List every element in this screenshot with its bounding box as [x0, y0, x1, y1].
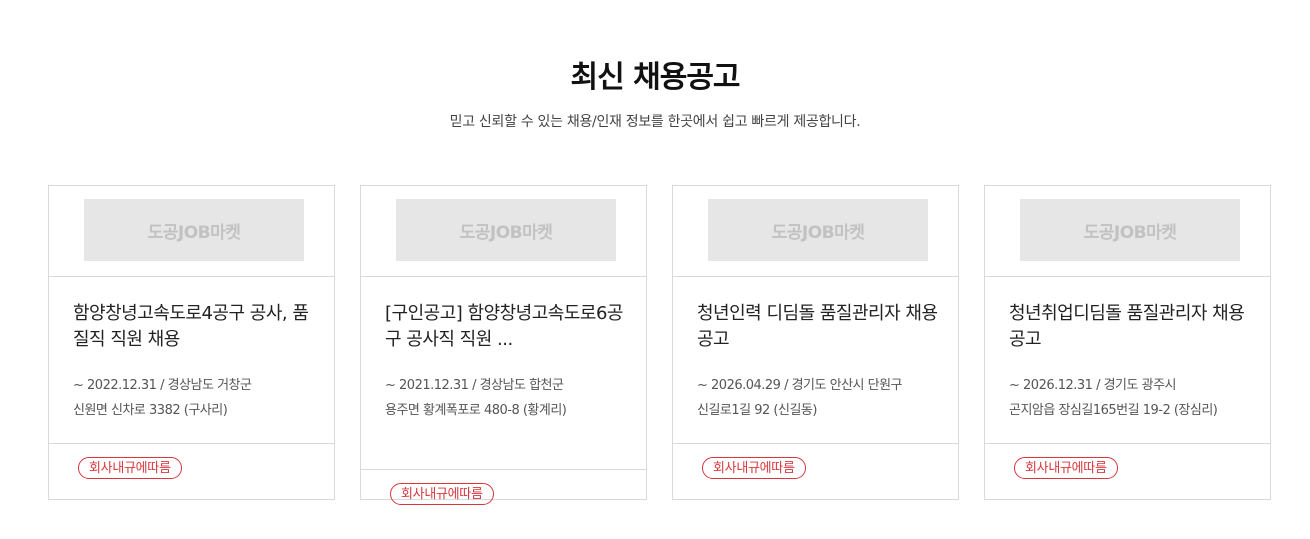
- job-card[interactable]: 도공JOB마켓 함양창녕고속도로4공구 공사, 품질직 직원 채용 ~ 2022…: [48, 185, 335, 500]
- job-address: 곤지암읍 장심길165번길 19-2 (장심리): [1009, 403, 1218, 418]
- salary-badge: 회사내규에따름: [390, 483, 494, 505]
- job-address: 신길로1길 92 (신길동): [697, 403, 817, 418]
- salary-badge: 회사내규에따름: [78, 457, 182, 479]
- job-title[interactable]: [구인공고] 함양창녕고속도로6공구 공사직 직원 ...: [385, 301, 636, 353]
- company-logo: 도공JOB마켓: [1020, 199, 1240, 261]
- job-title[interactable]: 청년취업디딤돌 품질관리자 채용 공고: [1009, 301, 1260, 353]
- section-title: 최신 채용공고: [570, 60, 740, 95]
- job-deadline-location: ~ 2026.12.31 / 경기도 광주시: [1009, 378, 1177, 393]
- salary-badge: 회사내규에따름: [1014, 457, 1118, 479]
- card-logo-area: 도공JOB마켓: [985, 186, 1270, 277]
- company-logo: 도공JOB마켓: [396, 199, 616, 261]
- company-logo: 도공JOB마켓: [708, 199, 928, 261]
- card-logo-area: 도공JOB마켓: [361, 186, 646, 277]
- card-logo-area: 도공JOB마켓: [49, 186, 334, 277]
- card-footer: 회사내규에따름: [49, 443, 334, 500]
- card-footer: 회사내규에따름: [673, 443, 958, 500]
- job-title[interactable]: 청년인력 디딤돌 품질관리자 채용공고: [697, 301, 948, 353]
- card-footer: 회사내규에따름: [985, 443, 1270, 500]
- job-card[interactable]: 도공JOB마켓 청년인력 디딤돌 품질관리자 채용공고 ~ 2026.04.29…: [672, 185, 959, 500]
- card-logo-area: 도공JOB마켓: [673, 186, 958, 277]
- section-subtitle: 믿고 신뢰할 수 있는 채용/인재 정보를 한곳에서 쉽고 빠르게 제공합니다.: [449, 114, 861, 130]
- job-card[interactable]: 도공JOB마켓 [구인공고] 함양창녕고속도로6공구 공사직 직원 ... ~ …: [360, 185, 647, 505]
- job-deadline-location: ~ 2022.12.31 / 경상남도 거창군: [73, 378, 252, 393]
- salary-badge: 회사내규에따름: [702, 457, 806, 479]
- job-deadline-location: ~ 2021.12.31 / 경상남도 합천군: [385, 378, 564, 393]
- job-deadline-location: ~ 2026.04.29 / 경기도 안산시 단원구: [697, 378, 903, 393]
- job-card[interactable]: 도공JOB마켓 청년취업디딤돌 품질관리자 채용 공고 ~ 2026.12.31…: [984, 185, 1271, 500]
- job-address: 신원면 신차로 3382 (구사리): [73, 403, 228, 418]
- card-footer: 회사내규에따름: [361, 469, 646, 505]
- job-address: 용주면 황계폭포로 480-8 (황계리): [385, 403, 567, 418]
- job-title[interactable]: 함양창녕고속도로4공구 공사, 품질직 직원 채용: [73, 301, 324, 353]
- company-logo: 도공JOB마켓: [84, 199, 304, 261]
